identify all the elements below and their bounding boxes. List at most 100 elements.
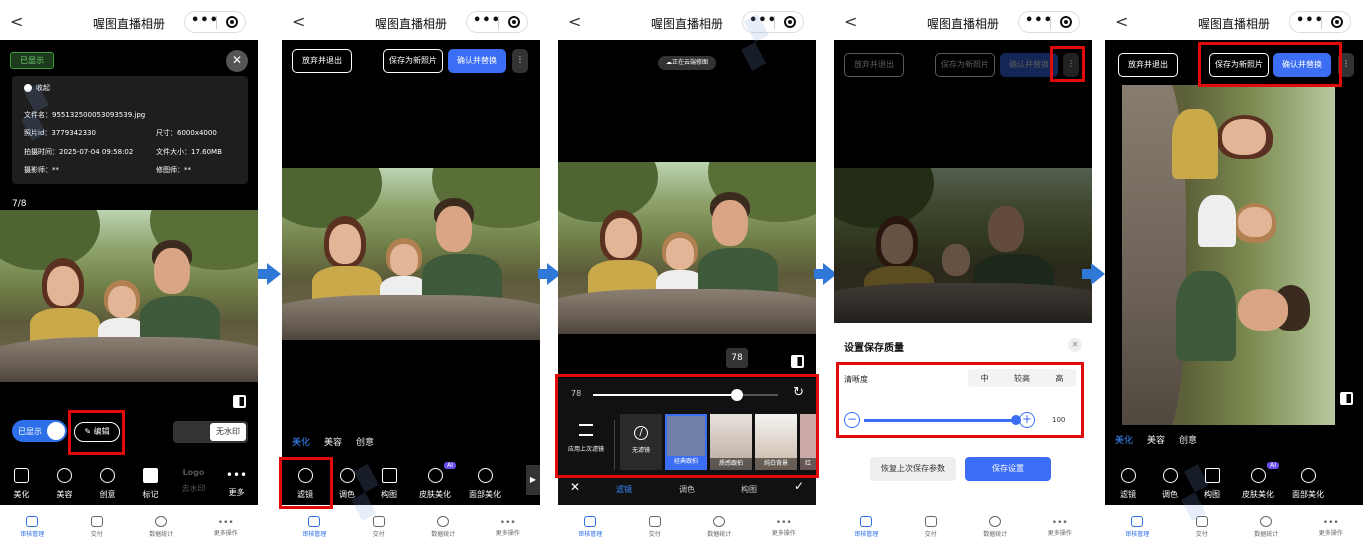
nav-review[interactable]: 审核管理 xyxy=(4,516,60,538)
discard-button[interactable]: 放弃并退出 xyxy=(1118,53,1178,77)
discard-button[interactable]: 放弃并退出 xyxy=(844,53,904,77)
palette-icon xyxy=(339,468,355,483)
more-dots-icon[interactable]: ••• xyxy=(191,13,219,28)
logo-icon: Logo xyxy=(182,468,205,477)
more-vertical-icon[interactable]: ⋮ xyxy=(512,49,528,73)
nav-deliver[interactable]: 交付 xyxy=(69,516,125,538)
nav-deliver[interactable]: 交付 xyxy=(351,516,407,538)
tab-beautify[interactable]: 美化 xyxy=(1115,433,1133,446)
capsule-menu[interactable]: ••• xyxy=(1018,11,1080,33)
family-photo[interactable] xyxy=(558,162,816,334)
tool-skin[interactable]: AI 皮肤美化 xyxy=(410,462,460,500)
panel-4-save-quality: < 喔图直播相册 ••• 放弃并退出 保存为新照片 确认并替换 ⋮ 设置保存质量… xyxy=(834,0,1092,549)
more-dots-icon: ••• xyxy=(225,468,248,482)
nav-review[interactable]: 审核管理 xyxy=(1109,516,1165,538)
info-size: 尺寸：6000x4000 xyxy=(156,129,217,137)
shown-badge: 已显示 xyxy=(10,52,54,69)
image-icon xyxy=(14,468,29,483)
confirm-replace-button[interactable]: 确认并替换 xyxy=(448,49,506,73)
dialog-title: 设置保存质量 xyxy=(844,343,904,354)
nav-more[interactable]: ••• 更多操作 xyxy=(1032,518,1088,537)
mini-program-header: < 喔图直播相册 ••• xyxy=(0,0,258,40)
nav-stats[interactable]: 数据统计 xyxy=(133,516,189,538)
palette-icon xyxy=(1162,468,1178,483)
nav-stats[interactable]: 数据统计 xyxy=(415,516,471,538)
tool-skin[interactable]: AI 皮肤美化 xyxy=(1233,462,1283,500)
close-icon[interactable]: ✕ xyxy=(1068,338,1082,352)
tool-creative[interactable]: 创意 xyxy=(87,468,129,500)
close-icon[interactable]: ✕ xyxy=(570,480,580,494)
family-photo[interactable] xyxy=(282,168,540,340)
family-photo-rotated[interactable] xyxy=(1122,85,1335,425)
ai-badge: AI xyxy=(444,462,456,469)
tab-filter[interactable]: 滤镜 xyxy=(616,484,632,495)
bottom-nav: 审核管理 交付 数据统计 ••• 更多操作 xyxy=(834,505,1092,549)
step-arrow-4 xyxy=(1082,263,1105,285)
scroll-right-icon[interactable]: ▶ xyxy=(526,465,540,495)
tool-beautify[interactable]: 美化 xyxy=(1,468,43,500)
tab-beauty[interactable]: 美容 xyxy=(1147,433,1165,446)
restore-last-button[interactable]: 恢复上次保存参数 xyxy=(870,457,956,481)
tab-beauty[interactable]: 美容 xyxy=(324,435,342,448)
nav-more[interactable]: ••• 更多操作 xyxy=(198,518,254,537)
capsule-menu[interactable]: ••• xyxy=(742,11,804,33)
watermark-toggle[interactable]: 无水印 xyxy=(173,421,248,443)
info-filename: 文件名：955132500053093539.jpg xyxy=(24,111,146,119)
compare-icon[interactable] xyxy=(1340,392,1353,405)
nav-more[interactable]: ••• 更多操作 xyxy=(480,518,536,537)
collapse-toggle[interactable]: 收起 xyxy=(24,83,50,93)
highlight-filter-panel xyxy=(555,374,819,478)
nav-more[interactable]: ••• 更多操作 xyxy=(756,518,812,537)
tool-face[interactable]: 面部美化 xyxy=(1283,468,1333,500)
family-photo[interactable] xyxy=(0,210,258,382)
nav-review[interactable]: 审核管理 xyxy=(286,516,342,538)
tool-crop[interactable]: 构图 xyxy=(1191,468,1233,500)
nav-stats[interactable]: 数据统计 xyxy=(691,516,747,538)
compare-icon[interactable] xyxy=(791,355,804,368)
nav-review[interactable]: 审核管理 xyxy=(562,516,618,538)
capsule-menu[interactable]: ••• xyxy=(466,11,528,33)
check-icon[interactable]: ✓ xyxy=(794,479,804,493)
nav-stats[interactable]: 数据统计 xyxy=(967,516,1023,538)
save-new-button[interactable]: 保存为新照片 xyxy=(935,53,995,77)
nav-review[interactable]: 审核管理 xyxy=(838,516,894,538)
info-photographer: 摄影师：** xyxy=(24,166,59,174)
editor-tool-row: 滤镜 调色 构图 AI 皮肤美化 面部美化 xyxy=(1105,462,1363,500)
tool-color[interactable]: 调色 xyxy=(1149,468,1191,500)
nav-stats[interactable]: 数据统计 xyxy=(1238,516,1294,538)
info-shot-time: 拍摄时间：2025-07-04 09:58:02 xyxy=(24,148,134,156)
tab-color[interactable]: 调色 xyxy=(679,484,695,495)
tool-crop[interactable]: 构图 xyxy=(368,468,410,500)
tool-face[interactable]: 面部美化 xyxy=(460,468,510,500)
save-settings-button[interactable]: 保存设置 xyxy=(965,457,1051,481)
bottom-nav: 审核管理 交付 数据统计 ••• 更多操作 xyxy=(1105,505,1363,549)
compare-icon[interactable] xyxy=(233,395,246,408)
tab-creative[interactable]: 创意 xyxy=(1179,433,1197,446)
capsule-menu[interactable]: ••• xyxy=(1289,11,1351,33)
nav-deliver[interactable]: 交付 xyxy=(627,516,683,538)
close-icon[interactable]: ✕ xyxy=(226,50,248,72)
editor-tool-row: 美化 美容 创意 标记 Logo 去水印 ••• 更多 xyxy=(0,468,258,500)
tool-mark[interactable]: 标记 xyxy=(130,468,172,500)
discard-button[interactable]: 放弃并退出 xyxy=(292,49,352,73)
nav-deliver[interactable]: 交付 xyxy=(1174,516,1230,538)
tab-creative[interactable]: 创意 xyxy=(356,435,374,448)
highlight-more-button xyxy=(1050,46,1085,82)
nav-deliver[interactable]: 交付 xyxy=(903,516,959,538)
close-miniprogram-icon[interactable] xyxy=(226,16,238,28)
nav-more[interactable]: ••• 更多操作 xyxy=(1303,518,1359,537)
skin-icon xyxy=(427,468,443,483)
mini-program-header: < 喔图直播相册 ••• xyxy=(558,0,816,40)
tab-crop[interactable]: 构图 xyxy=(741,484,757,495)
save-new-button[interactable]: 保存为新照片 xyxy=(383,49,443,73)
editor-screen: 放弃并退出 保存为新照片 确认并替换 ⋮ 美化 美容 创意 滤镜 调色 构图 A… xyxy=(1105,40,1363,505)
tool-filter[interactable]: 滤镜 xyxy=(1107,468,1149,500)
capsule-menu[interactable]: ••• xyxy=(184,11,246,33)
tool-beauty[interactable]: 美容 xyxy=(44,468,86,500)
tool-more[interactable]: ••• 更多 xyxy=(216,468,258,500)
tool-remove-watermark[interactable]: Logo 去水印 xyxy=(173,468,215,500)
tab-beautify[interactable]: 美化 xyxy=(292,435,310,448)
slider-value-bubble: 78 xyxy=(726,348,748,368)
display-toggle[interactable]: 已显示 xyxy=(12,420,67,442)
editor-screen-dimmed: 放弃并退出 保存为新照片 确认并替换 ⋮ xyxy=(834,40,1092,323)
